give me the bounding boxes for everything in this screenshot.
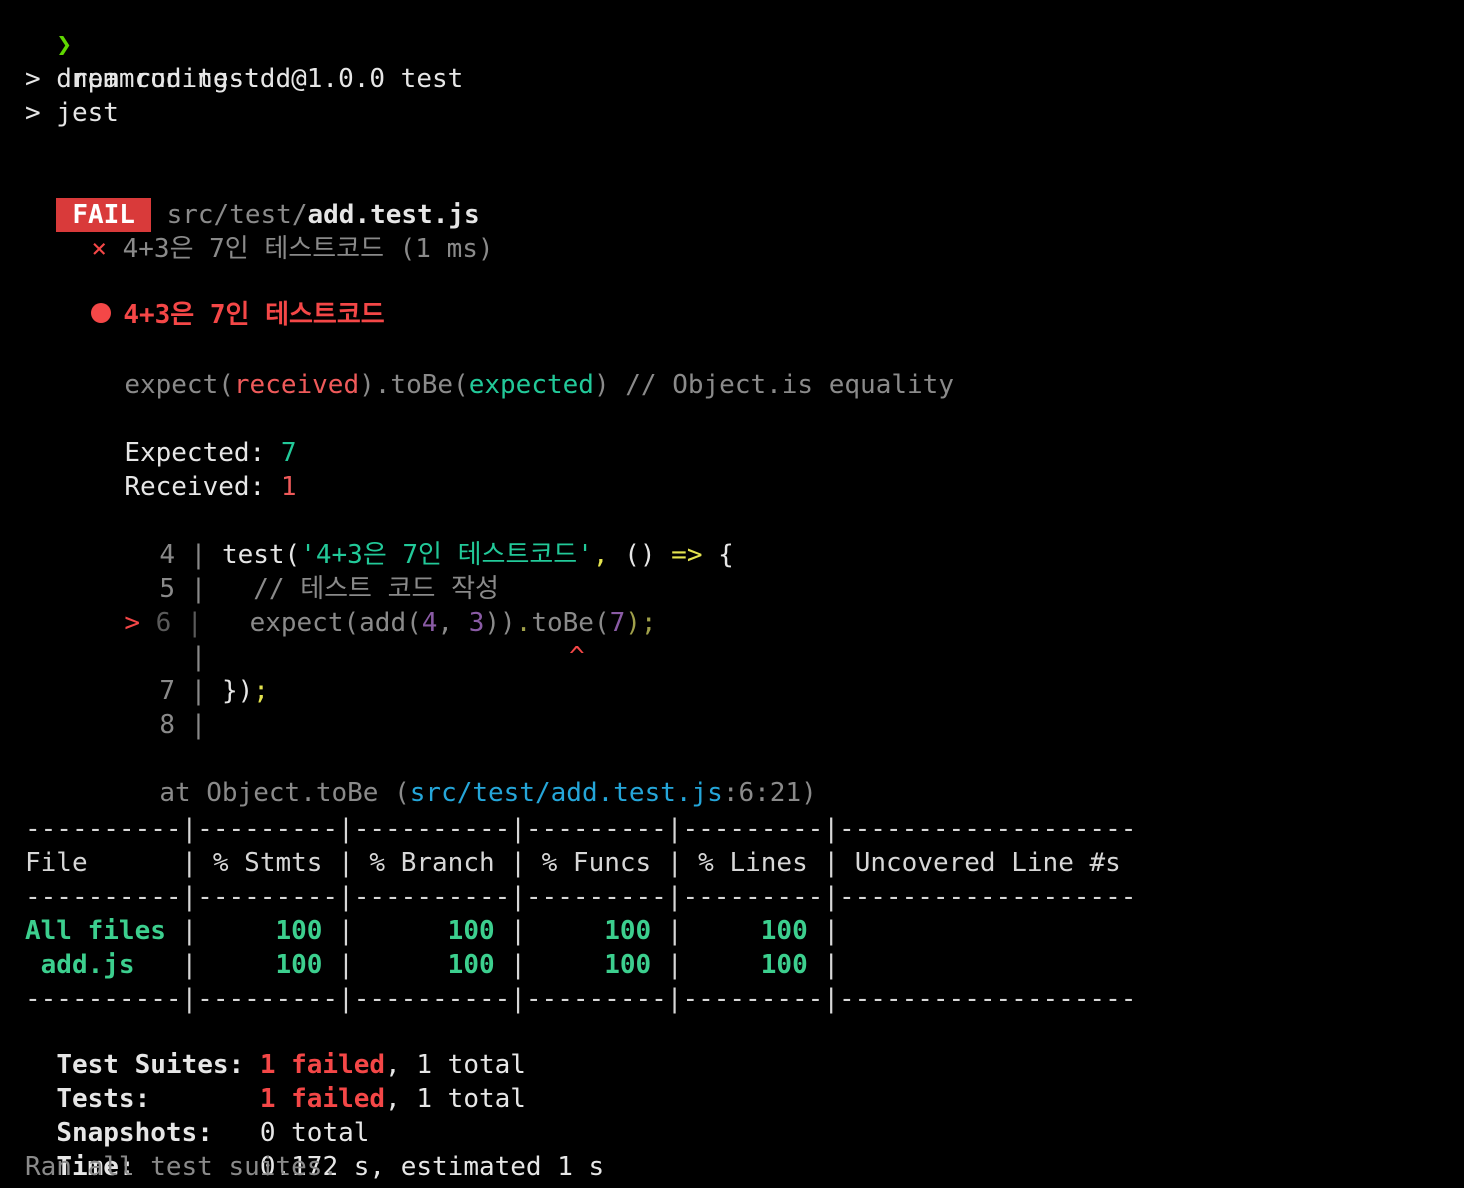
coverage-funcs-value: 100 xyxy=(604,950,652,980)
code-token: { xyxy=(702,540,734,570)
code-token: ); xyxy=(625,608,657,638)
stack-prefix: at Object.toBe ( xyxy=(159,778,410,808)
coverage-header-row: File | % Stmts | % Branch | % Funcs | % … xyxy=(25,848,1121,878)
matcher-close: ) xyxy=(593,370,610,400)
code-frame-line-8: 8 | xyxy=(159,710,207,740)
coverage-lines-value: 100 xyxy=(760,916,808,946)
prompt-arrow-icon: ❯ xyxy=(56,30,72,60)
error-dot-icon xyxy=(91,302,112,323)
coverage-lines-value: 100 xyxy=(760,950,808,980)
coverage-stmts-value: 100 xyxy=(275,916,323,946)
test-name: 4+3은 7인 테스트코드 xyxy=(122,234,384,264)
coverage-file-name: All files xyxy=(25,916,166,946)
test-result-line: × 4+3은 7인 테스트코드 (1 ms) xyxy=(60,198,493,264)
coverage-divider-mid: ----------|---------|----------|--------… xyxy=(25,882,1137,912)
coverage-header-funcs: % Funcs xyxy=(541,848,652,878)
code-number: 7 xyxy=(609,608,626,638)
code-token: ; xyxy=(253,676,269,706)
matcher-hint: expect(received).toBe(expected) // Objec… xyxy=(93,334,954,400)
stack-position: :6:21) xyxy=(722,778,817,808)
error-caret-icon: ^ xyxy=(568,642,585,672)
received-value: 1 xyxy=(280,472,297,502)
coverage-stmts-value: 100 xyxy=(275,950,323,980)
matcher-received: received xyxy=(233,370,360,400)
coverage-header-stmts: % Stmts xyxy=(212,848,323,878)
prompt-line: ❯ npm run test xyxy=(25,0,260,94)
fail-cross-icon: × xyxy=(91,234,107,264)
fail-header: FAIL src/test/add.test.js xyxy=(25,164,480,232)
coverage-row-add-js: add.js | 100 | 100 | 100 | 100 | xyxy=(25,950,840,980)
code-frame-line-4: 4 | test('4+3은 7인 테스트코드', () => { xyxy=(159,540,734,570)
coverage-header-lines: % Lines xyxy=(698,848,808,878)
summary-snapshots: Snapshots: 0 total xyxy=(25,1082,369,1148)
stack-trace: at Object.toBe (src/test/add.test.js:6:2… xyxy=(128,742,816,808)
code-frame-line-6: > 6 | expect(add(4, 3)).toBe(7); xyxy=(124,608,657,638)
code-frame-caret-line: | ^ xyxy=(159,642,585,672)
code-frame-line-7: 7 | }); xyxy=(159,676,269,706)
coverage-header-branch: % Branch xyxy=(369,848,495,878)
coverage-funcs-value: 100 xyxy=(604,916,652,946)
stack-location-link[interactable]: src/test/add.test.js xyxy=(410,778,723,808)
summary-total: , 1 total xyxy=(385,1084,526,1114)
matcher-expected: expected xyxy=(468,370,594,400)
test-duration: (1 ms) xyxy=(399,234,494,264)
line-number: 8 xyxy=(159,710,175,740)
coverage-file-name: add.js xyxy=(25,950,135,980)
coverage-row-all-files: All files | 100 | 100 | 100 | 100 | xyxy=(25,916,840,946)
coverage-branch-value: 100 xyxy=(447,950,495,980)
coverage-header-uncovered: Uncovered Line #s xyxy=(854,848,1121,878)
received-label: Received: xyxy=(124,472,266,502)
coverage-branch-value: 100 xyxy=(447,916,495,946)
summary-time: Time: 0.172 s, estimated 1 s xyxy=(25,1116,604,1182)
summary-ran-all: Ran all test suites. xyxy=(25,1152,339,1182)
received-line: Received: 1 xyxy=(93,436,296,502)
code-token: , xyxy=(592,540,609,570)
code-token: () xyxy=(608,540,672,570)
code-frame-line-5: 5 | // 테스트 코드 작성 xyxy=(159,574,499,604)
matcher-expect: expect( xyxy=(124,370,234,400)
matcher-tobe: ).toBe( xyxy=(359,370,469,400)
coverage-divider-bottom: ----------|---------|----------|--------… xyxy=(25,984,1137,1014)
summary-test-suites: Test Suites: 1 failed, 1 total xyxy=(25,1014,526,1080)
script-line-1: > dreamcoding-tdd@1.0.0 test xyxy=(25,64,464,94)
code-token: }) xyxy=(221,676,254,706)
failure-title: 4+3은 7인 테스트코드 xyxy=(60,264,385,330)
matcher-comment: // Object.is equality xyxy=(609,370,954,400)
summary-tests: Tests: 1 failed, 1 total xyxy=(25,1048,526,1114)
expected-line: Expected: 7 xyxy=(93,402,296,468)
coverage-header-file: File xyxy=(25,848,88,878)
code-arrow: => xyxy=(671,540,703,570)
failure-test-name: 4+3은 7인 테스트코드 xyxy=(123,300,385,330)
script-line-2: > jest xyxy=(25,98,119,128)
coverage-divider-top: ----------|---------|----------|--------… xyxy=(25,814,1137,844)
